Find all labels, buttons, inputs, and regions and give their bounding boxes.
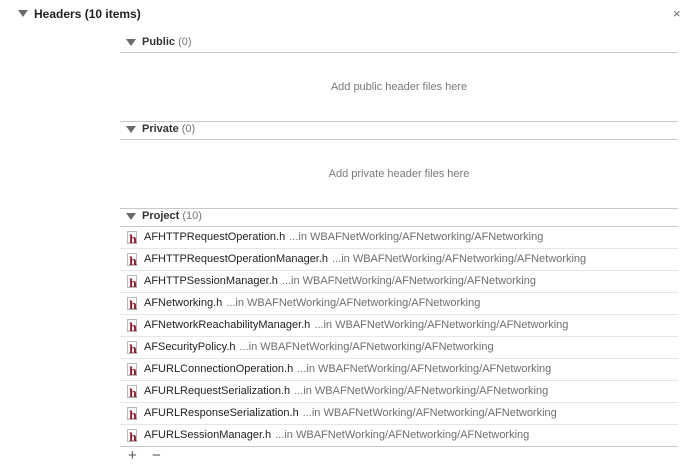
- file-row[interactable]: h AFSecurityPolicy.h ...in WBAFNetWorking…: [120, 337, 678, 359]
- public-section: Public (0) Add public header files here: [120, 34, 678, 122]
- private-section: Private (0) Add private header files her…: [120, 121, 678, 209]
- section-count: (0): [181, 123, 196, 135]
- file-row[interactable]: h AFURLConnectionOperation.h ...in WBAFNe…: [120, 359, 678, 381]
- file-name: AFSecurityPolicy.h: [144, 341, 236, 353]
- file-row[interactable]: h AFURLRequestSerialization.h ...in WBAFN…: [120, 381, 678, 403]
- file-path: ...in WBAFNetWorking/AFNetworking/AFNetw…: [314, 319, 569, 331]
- section-count: (0): [178, 36, 192, 48]
- file-row[interactable]: h AFURLResponseSerialization.h ...in WBAF…: [120, 403, 678, 425]
- file-entry: AFURLConnectionOperation.h ...in WBAFNetW…: [144, 359, 551, 380]
- file-entry: AFNetworkReachabilityManager.h ...in WBAF…: [144, 315, 568, 336]
- file-row[interactable]: h AFNetworking.h ...in WBAFNetWorking/AFN…: [120, 293, 678, 315]
- file-path: ...in WBAFNetWorking/AFNetworking/AFNetw…: [226, 297, 481, 309]
- section-title: Private (0): [142, 123, 195, 135]
- disclosure-triangle-icon[interactable]: [126, 213, 136, 220]
- project-section-header: Project (10): [120, 208, 678, 227]
- file-row[interactable]: h AFURLSessionManager.h ...in WBAFNetWork…: [120, 425, 678, 447]
- file-entry: AFNetworking.h ...in WBAFNetWorking/AFNet…: [144, 293, 480, 314]
- file-name: AFURLConnectionOperation.h: [144, 363, 294, 375]
- file-row[interactable]: h AFHTTPSessionManager.h ...in WBAFNetWor…: [120, 271, 678, 293]
- header-file-icon: h: [127, 253, 137, 268]
- disclosure-triangle-icon[interactable]: [126, 126, 136, 133]
- file-name: AFHTTPRequestOperation.h: [144, 231, 286, 243]
- file-name: AFURLRequestSerialization.h: [144, 385, 291, 397]
- file-name: AFURLResponseSerialization.h: [144, 407, 299, 419]
- file-entry: AFURLResponseSerialization.h ...in WBAFNe…: [144, 403, 557, 424]
- header-file-icon: h: [127, 429, 137, 444]
- headers-phase-header: Headers (10 items) ×: [0, 0, 688, 28]
- section-count: (10): [182, 210, 202, 222]
- disclosure-triangle-icon[interactable]: [18, 10, 28, 17]
- file-path: ...in WBAFNetWorking/AFNetworking/AFNetw…: [289, 231, 544, 243]
- file-path: ...in WBAFNetWorking/AFNetworking/AFNetw…: [294, 385, 549, 397]
- header-file-icon: h: [127, 231, 137, 246]
- file-path: ...in WBAFNetWorking/AFNetworking/AFNetw…: [302, 407, 557, 419]
- file-row[interactable]: h AFHTTPRequestOperation.h ...in WBAFNetW…: [120, 227, 678, 249]
- file-entry: AFHTTPRequestOperation.h ...in WBAFNetWor…: [144, 227, 543, 248]
- section-title: Public (0): [142, 36, 192, 48]
- bottom-toolbar: + −: [120, 448, 678, 463]
- file-path: ...in WBAFNetWorking/AFNetworking/AFNetw…: [281, 275, 536, 287]
- header-file-icon: h: [127, 297, 137, 312]
- file-entry: AFHTTPSessionManager.h ...in WBAFNetWorki…: [144, 271, 536, 292]
- file-row[interactable]: h AFHTTPRequestOperationManager.h ...in W…: [120, 249, 678, 271]
- file-entry: AFSecurityPolicy.h ...in WBAFNetWorking/A…: [144, 337, 494, 358]
- section-name: Public: [142, 36, 176, 48]
- public-drop-hint[interactable]: Add public header files here: [120, 53, 678, 122]
- file-entry: AFURLRequestSerialization.h ...in WBAFNet…: [144, 381, 548, 402]
- file-name: AFHTTPRequestOperationManager.h: [144, 253, 329, 265]
- file-path: ...in WBAFNetWorking/AFNetworking/AFNetw…: [297, 363, 552, 375]
- public-section-header: Public (0): [120, 34, 678, 53]
- header-file-icon: h: [127, 385, 137, 400]
- file-name: AFHTTPSessionManager.h: [144, 275, 278, 287]
- remove-button[interactable]: −: [152, 448, 161, 463]
- file-entry: AFHTTPRequestOperationManager.h ...in WBA…: [144, 249, 586, 270]
- header-file-icon: h: [127, 341, 137, 356]
- private-drop-hint[interactable]: Add private header files here: [120, 140, 678, 209]
- file-path: ...in WBAFNetWorking/AFNetworking/AFNetw…: [332, 253, 587, 265]
- file-row[interactable]: h AFNetworkReachabilityManager.h ...in WB…: [120, 315, 678, 337]
- section-name: Project: [142, 210, 180, 222]
- file-path: ...in WBAFNetWorking/AFNetworking/AFNetw…: [275, 429, 530, 441]
- disclosure-triangle-icon[interactable]: [126, 39, 136, 46]
- private-section-header: Private (0): [120, 121, 678, 140]
- header-file-icon: h: [127, 363, 137, 378]
- add-button[interactable]: +: [128, 448, 137, 463]
- section-title: Project (10): [142, 210, 202, 222]
- file-name: AFNetworkReachabilityManager.h: [144, 319, 311, 331]
- project-section: Project (10) h AFHTTPRequestOperation.h.…: [120, 208, 678, 447]
- project-file-list: h AFHTTPRequestOperation.h ...in WBAFNetW…: [120, 227, 678, 447]
- file-name: AFURLSessionManager.h: [144, 429, 272, 441]
- header-file-icon: h: [127, 319, 137, 334]
- section-name: Private: [142, 123, 179, 135]
- file-path: ...in WBAFNetWorking/AFNetworking/AFNetw…: [239, 341, 494, 353]
- file-name: AFNetworking.h: [144, 297, 223, 309]
- close-icon[interactable]: ×: [673, 6, 681, 21]
- file-entry: AFURLSessionManager.h ...in WBAFNetWorkin…: [144, 425, 529, 446]
- header-file-icon: h: [127, 275, 137, 290]
- headers-title: Headers (10 items): [34, 7, 141, 21]
- header-file-icon: h: [127, 407, 137, 422]
